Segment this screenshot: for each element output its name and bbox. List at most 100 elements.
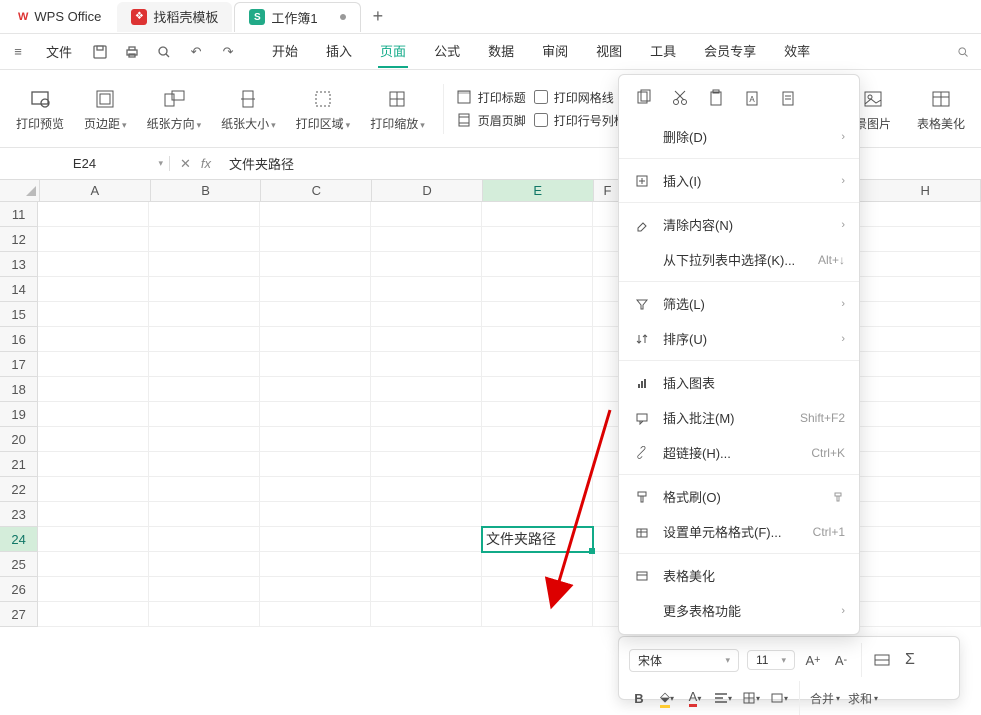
cell[interactable] <box>260 202 371 227</box>
ribbon-table-beautify[interactable]: 表格美化 <box>911 85 971 132</box>
ctx-hyperlink[interactable]: 超链接(H)...Ctrl+K <box>619 435 859 470</box>
cell[interactable] <box>260 377 371 402</box>
ctx-insert-comment[interactable]: 插入批注(M)Shift+F2 <box>619 400 859 435</box>
cell[interactable] <box>149 377 260 402</box>
cell[interactable] <box>371 502 482 527</box>
row-header[interactable]: 23 <box>0 502 38 527</box>
cell[interactable] <box>38 352 149 377</box>
cell[interactable] <box>149 227 260 252</box>
ctx-filter[interactable]: 筛选(L)› <box>619 286 859 321</box>
cell[interactable] <box>371 427 482 452</box>
cell[interactable] <box>260 277 371 302</box>
cell[interactable] <box>149 202 260 227</box>
copy-icon[interactable] <box>633 87 655 109</box>
cell[interactable] <box>38 552 149 577</box>
cell[interactable] <box>870 577 981 602</box>
menu-review[interactable]: 审阅 <box>540 35 570 68</box>
hamburger-icon[interactable]: ≡ <box>8 42 28 62</box>
cell[interactable] <box>371 252 482 277</box>
name-box[interactable]: E24 ▾ <box>0 156 170 171</box>
cell[interactable] <box>38 227 149 252</box>
cell[interactable] <box>260 602 371 627</box>
cell[interactable] <box>371 527 482 552</box>
cell[interactable] <box>870 477 981 502</box>
cell[interactable] <box>371 302 482 327</box>
cell[interactable] <box>870 227 981 252</box>
cell[interactable] <box>149 427 260 452</box>
formula-input[interactable]: 文件夹路径 <box>221 154 981 173</box>
cell[interactable] <box>38 302 149 327</box>
cell[interactable] <box>371 202 482 227</box>
col-header[interactable]: A <box>40 180 151 201</box>
cell[interactable] <box>482 452 593 477</box>
cell[interactable] <box>371 352 482 377</box>
row-header[interactable]: 25 <box>0 552 38 577</box>
cell[interactable] <box>149 277 260 302</box>
cell[interactable] <box>482 427 593 452</box>
cell[interactable] <box>482 202 593 227</box>
ctx-sort[interactable]: 排序(U)› <box>619 321 859 356</box>
ctx-dropdown-select[interactable]: 从下拉列表中选择(K)...Alt+↓ <box>619 242 859 277</box>
cell[interactable] <box>149 252 260 277</box>
cell[interactable] <box>371 377 482 402</box>
menu-insert[interactable]: 插入 <box>324 35 354 68</box>
cell[interactable] <box>149 477 260 502</box>
cell[interactable] <box>260 552 371 577</box>
row-header[interactable]: 15 <box>0 302 38 327</box>
search-icon[interactable] <box>953 42 973 62</box>
ribbon-print-preview[interactable]: 打印预览 <box>10 85 70 132</box>
cell[interactable] <box>371 227 482 252</box>
add-tab-button[interactable]: + <box>363 2 394 31</box>
save-icon[interactable] <box>90 42 110 62</box>
cell[interactable] <box>371 602 482 627</box>
cell[interactable] <box>371 577 482 602</box>
row-header[interactable]: 21 <box>0 452 38 477</box>
ctx-format-painter[interactable]: 格式刷(O) <box>619 479 859 514</box>
cell[interactable] <box>482 402 593 427</box>
cell[interactable] <box>149 452 260 477</box>
row-header[interactable]: 19 <box>0 402 38 427</box>
row-header[interactable]: 13 <box>0 252 38 277</box>
cell[interactable] <box>482 502 593 527</box>
cell[interactable] <box>260 502 371 527</box>
cell[interactable] <box>38 327 149 352</box>
cell[interactable] <box>371 327 482 352</box>
cell[interactable] <box>260 527 371 552</box>
ribbon-size[interactable]: 纸张大小▾ <box>215 85 282 132</box>
menu-member[interactable]: 会员专享 <box>702 35 758 68</box>
align-icon[interactable]: ▾ <box>713 688 733 708</box>
file-menu[interactable]: 文件 <box>40 38 78 65</box>
fill-color-icon[interactable]: ⬙▾ <box>657 688 677 708</box>
row-header[interactable]: 24 <box>0 527 38 552</box>
cell[interactable] <box>260 402 371 427</box>
redo-icon[interactable]: ↷ <box>218 42 238 62</box>
col-header[interactable]: D <box>372 180 483 201</box>
ribbon-margins[interactable]: 页边距▾ <box>78 85 133 132</box>
cell[interactable] <box>482 227 593 252</box>
cell[interactable] <box>482 602 593 627</box>
ctx-table-beautify[interactable]: 表格美化 <box>619 558 859 593</box>
cell[interactable] <box>260 352 371 377</box>
cell[interactable] <box>38 452 149 477</box>
format-cell-icon[interactable]: ▾ <box>769 688 789 708</box>
ribbon-print-area[interactable]: 打印区域▾ <box>290 85 357 132</box>
menu-page[interactable]: 页面 <box>378 35 408 68</box>
menu-formula[interactable]: 公式 <box>432 35 462 68</box>
cell[interactable] <box>870 602 981 627</box>
undo-icon[interactable]: ↶ <box>186 42 206 62</box>
cell[interactable] <box>482 577 593 602</box>
cell[interactable] <box>870 427 981 452</box>
cell[interactable] <box>38 502 149 527</box>
row-header[interactable]: 17 <box>0 352 38 377</box>
paste-special-icon[interactable] <box>777 87 799 109</box>
cancel-icon[interactable]: ✕ <box>180 156 191 172</box>
cell[interactable] <box>870 502 981 527</box>
row-header[interactable]: 22 <box>0 477 38 502</box>
menu-tools[interactable]: 工具 <box>648 35 678 68</box>
document-tab[interactable]: S 工作簿1 <box>234 2 360 32</box>
print-icon[interactable] <box>122 42 142 62</box>
cell[interactable] <box>149 402 260 427</box>
cell[interactable] <box>149 327 260 352</box>
row-header[interactable]: 20 <box>0 427 38 452</box>
cell[interactable] <box>482 252 593 277</box>
